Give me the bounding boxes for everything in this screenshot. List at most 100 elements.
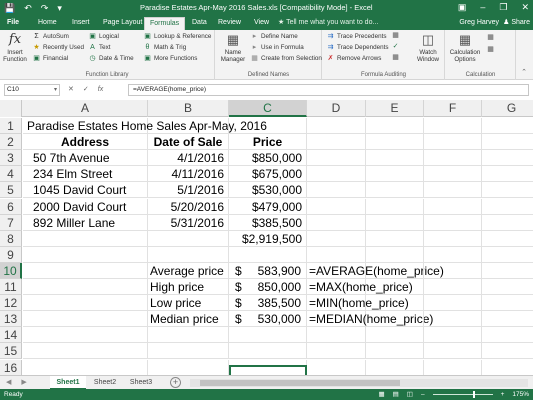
user-account[interactable]: Greg Harvey: [459, 17, 499, 29]
cell-e[interactable]: [366, 150, 424, 167]
row-header[interactable]: 15: [0, 343, 22, 360]
close-icon[interactable]: ✕: [521, 1, 529, 14]
cell-a[interactable]: [23, 279, 148, 295]
cell-a[interactable]: [23, 343, 148, 360]
cell-e[interactable]: [366, 166, 424, 183]
cell-f[interactable]: [424, 182, 482, 199]
undo-icon[interactable]: ↶: [24, 2, 32, 14]
redo-icon[interactable]: ↷: [41, 2, 49, 14]
cell-a[interactable]: 2000 David Court: [23, 198, 148, 215]
cell-f[interactable]: [424, 327, 482, 344]
cell-c[interactable]: $530,000: [229, 311, 307, 328]
formula-input[interactable]: =AVERAGE(home_price): [128, 84, 529, 96]
cell-a[interactable]: Paradise Estates Home Sales Apr-May, 201…: [23, 118, 267, 134]
evaluate-formula-button[interactable]: ▦: [391, 54, 402, 62]
cell-c[interactable]: [229, 246, 307, 263]
cell-c[interactable]: [229, 359, 307, 375]
fx-icon[interactable]: fx: [98, 84, 103, 96]
tell-me-search[interactable]: ★ Tell me what you want to do...: [278, 17, 378, 29]
page-layout-view-icon[interactable]: ▤: [393, 389, 399, 400]
cell-b[interactable]: Average price: [148, 262, 229, 279]
cell-e[interactable]: [366, 246, 424, 263]
cell-f[interactable]: [424, 295, 482, 312]
cell-d[interactable]: =MAX(home_price): [307, 279, 413, 295]
customize-icon[interactable]: ▾: [57, 2, 62, 14]
cell-c[interactable]: $530,000: [229, 182, 307, 199]
name-box[interactable]: C10 ▾: [4, 84, 60, 96]
cell-g[interactable]: [482, 279, 533, 295]
row-header[interactable]: 16: [0, 359, 22, 375]
cell-b[interactable]: 5/1/2016: [148, 182, 229, 199]
cell-g[interactable]: [482, 327, 533, 344]
row-header[interactable]: 1: [0, 118, 22, 134]
row-header[interactable]: 8: [0, 230, 22, 247]
sheet-tab-sheet3[interactable]: Sheet3: [124, 376, 158, 390]
cell-f[interactable]: [424, 118, 482, 134]
cell-g[interactable]: [482, 311, 533, 328]
cell-d[interactable]: [307, 150, 366, 167]
cell-b[interactable]: High price: [148, 279, 229, 295]
cell-a[interactable]: 892 Miller Lane: [23, 214, 148, 231]
column-header-a[interactable]: A: [23, 100, 148, 117]
cell-d[interactable]: [307, 118, 366, 134]
cell-e[interactable]: [366, 359, 424, 375]
calculate-sheet-button[interactable]: ▦: [486, 46, 497, 54]
cell-a[interactable]: [23, 359, 148, 375]
cell-c[interactable]: $2,919,500: [229, 230, 307, 247]
cell-c[interactable]: Price: [229, 134, 307, 151]
add-sheet-button[interactable]: +: [170, 377, 181, 388]
tab-insert[interactable]: Insert: [72, 17, 90, 29]
sheet-tab-sheet2[interactable]: Sheet2: [88, 376, 122, 390]
cell-c[interactable]: $479,000: [229, 198, 307, 215]
minimize-icon[interactable]: –: [480, 1, 485, 14]
cell-c[interactable]: [229, 343, 307, 360]
cell-a[interactable]: [23, 295, 148, 312]
cell-d[interactable]: [307, 198, 366, 215]
restore-icon[interactable]: ❐: [499, 1, 507, 14]
cell-f[interactable]: [424, 134, 482, 151]
tab-review[interactable]: Review: [218, 17, 241, 29]
cell-c[interactable]: $850,000: [229, 279, 307, 295]
cell-a[interactable]: [23, 262, 148, 279]
cell-a[interactable]: [23, 230, 148, 247]
cell-a[interactable]: 1045 David Court: [23, 182, 148, 199]
row-header[interactable]: 14: [0, 327, 22, 344]
column-header-e[interactable]: E: [366, 100, 424, 117]
cell-c[interactable]: [229, 327, 307, 344]
cell-g[interactable]: [482, 231, 533, 247]
cell-f[interactable]: [424, 214, 482, 231]
row-header[interactable]: 4: [0, 166, 22, 183]
cell-b[interactable]: [148, 327, 229, 344]
tab-formulas[interactable]: Formulas: [144, 17, 186, 30]
row-header[interactable]: 12: [0, 295, 22, 312]
cell-a[interactable]: [23, 246, 148, 263]
row-header[interactable]: 3: [0, 150, 22, 167]
cell-g[interactable]: [482, 118, 533, 134]
cell-d[interactable]: [307, 134, 366, 151]
financial-button[interactable]: ▣ Financial: [32, 54, 68, 64]
cell-b[interactable]: [148, 230, 229, 247]
cell-e[interactable]: [366, 279, 424, 295]
remove-arrows-button[interactable]: ✗ Remove Arrows: [326, 54, 382, 64]
cell-d[interactable]: [307, 166, 366, 183]
zoom-out-icon[interactable]: –: [421, 389, 425, 400]
autosum-button[interactable]: Σ AutoSum: [32, 32, 69, 42]
normal-view-icon[interactable]: ▦: [378, 389, 384, 400]
cell-b[interactable]: 4/1/2016: [148, 150, 229, 167]
text-button[interactable]: A Text: [88, 43, 110, 53]
cell-a[interactable]: 234 Elm Street: [23, 166, 148, 183]
enter-icon[interactable]: ✓: [83, 84, 89, 96]
insert-function-button[interactable]: fx Insert Function: [2, 32, 28, 63]
column-header-d[interactable]: D: [307, 100, 366, 117]
cell-e[interactable]: [366, 295, 424, 312]
save-icon[interactable]: 💾: [4, 2, 15, 14]
use-in-formula-button[interactable]: ▸ Use in Formula: [250, 43, 304, 53]
cell-d[interactable]: [307, 343, 366, 360]
math-trig-button[interactable]: θ Math & Trig: [143, 43, 187, 53]
cell-b[interactable]: [148, 343, 229, 360]
scroll-left-icon[interactable]: ◀: [6, 376, 11, 390]
cell-f[interactable]: [424, 166, 482, 183]
select-all-corner[interactable]: [0, 100, 22, 117]
cell-b[interactable]: [148, 118, 229, 134]
recently-used-button[interactable]: ★ Recently Used: [32, 43, 84, 53]
